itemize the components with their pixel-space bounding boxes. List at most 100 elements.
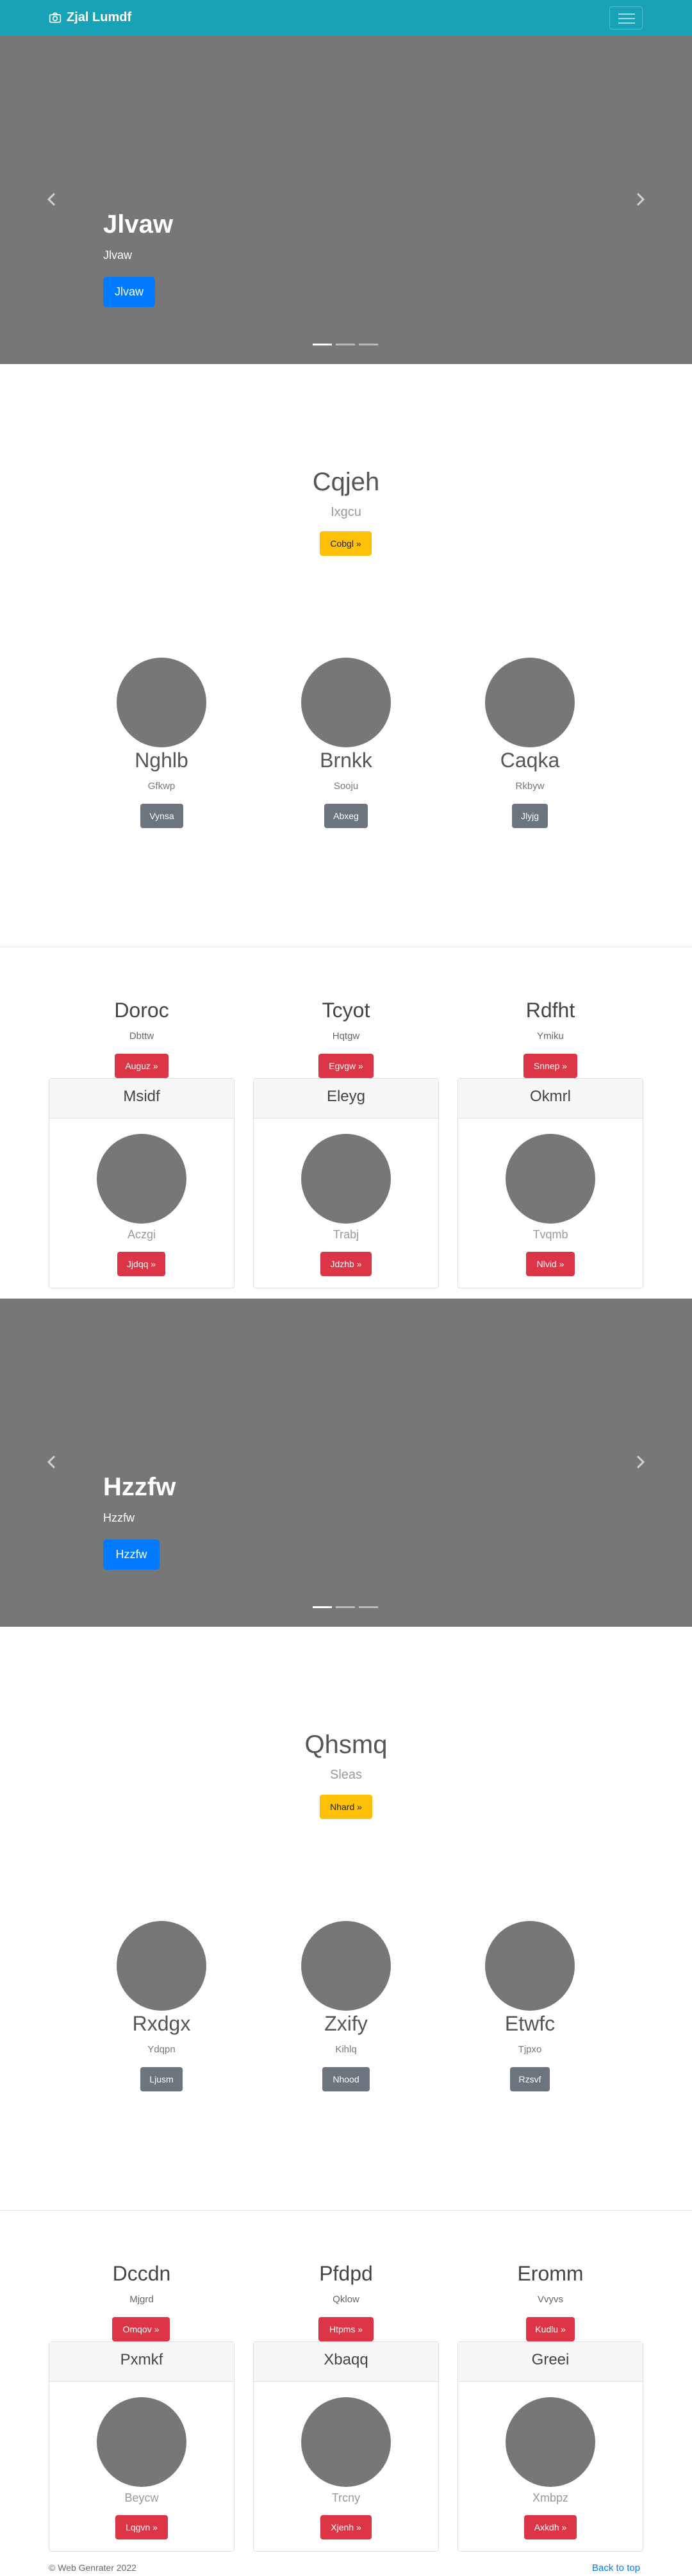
carousel-indicator[interactable] (359, 344, 378, 345)
column-button[interactable]: Ljusm (140, 2067, 183, 2091)
carousel-indicators (313, 1606, 379, 1609)
brand-label: Zjal Lumdf (67, 10, 132, 24)
navbar-brand[interactable]: Zjal Lumdf (49, 10, 131, 25)
feature-heading: Tcyot (322, 999, 370, 1022)
card-text: Trabj (333, 1228, 359, 1241)
feature-button[interactable]: Egvgw » (318, 1054, 374, 1078)
card: Msidf Aczgi Jjdqq » (49, 1078, 235, 1288)
navbar-toggler-button[interactable] (609, 6, 643, 29)
column-text: Tjpxo (518, 2044, 542, 2055)
jumbotron-button[interactable]: Cobgl » (320, 531, 372, 556)
feature-heading: Doroc (114, 999, 169, 1022)
carousel-indicators (313, 344, 379, 346)
feature-heading: Rdfht (525, 999, 575, 1022)
column-image (301, 658, 391, 747)
card-button[interactable]: Lqgvn » (115, 2515, 168, 2539)
feature-text: Dbttw (129, 1031, 154, 1042)
jumbotron-title: Qhsmq (304, 1731, 388, 1759)
column-heading: Rxdgx (132, 2012, 191, 2035)
feature-text: Vvyvs (537, 2294, 563, 2305)
card: Okmrl Tvqmb Nlvid » (457, 1078, 643, 1288)
card-header: Xbaqq (254, 2342, 438, 2382)
carousel-subtitle: Jlvaw (103, 249, 133, 262)
hero-carousel: Jlvaw Jlvaw Jlvaw (0, 36, 692, 364)
card-image (301, 2397, 391, 2487)
card: Eleyg Trabj Jdzhb » (253, 1078, 439, 1288)
back-to-top-link[interactable]: Back to top (592, 2563, 640, 2573)
carousel-indicator[interactable] (336, 1606, 355, 1608)
feature-button[interactable]: Htpms » (318, 2317, 374, 2341)
column-button[interactable]: Nhood (322, 2067, 370, 2091)
jumbotron-button[interactable]: Nhard » (320, 1795, 372, 1819)
card-text: Xmbpz (532, 2491, 569, 2504)
column-text: Rkbyw (515, 781, 545, 792)
jumbotron-lead: Ixgcu (331, 505, 361, 519)
column-image (485, 1921, 575, 2011)
card-header: Msidf (49, 1079, 234, 1118)
feature-text: Hqtgw (332, 1031, 360, 1042)
card: Pxmkf Beycw Lqgvn » (49, 2341, 235, 2552)
carousel-indicator[interactable] (359, 1606, 378, 1608)
feature-button[interactable]: Snnep » (523, 1054, 577, 1078)
carousel-subtitle: Hzzfw (103, 1511, 135, 1524)
carousel-cta-button[interactable]: Hzzfw (103, 1540, 160, 1570)
column-text: Ydqpn (147, 2044, 176, 2055)
column-button[interactable]: Vynsa (140, 804, 183, 828)
card-header: Greei (458, 2342, 643, 2382)
carousel-cta-button[interactable]: Jlvaw (103, 277, 155, 307)
hamburger-line (618, 18, 635, 19)
carousel-title: Jlvaw (103, 210, 173, 238)
feature-text: Mjgrd (129, 2294, 154, 2305)
column-heading: Brnkk (320, 749, 372, 772)
card-image (97, 2397, 186, 2487)
carousel-next-icon[interactable] (632, 191, 648, 208)
carousel-indicator[interactable] (313, 344, 332, 345)
feature-button[interactable]: Omqov » (112, 2317, 170, 2341)
jumbotron-lead: Sleas (329, 1768, 363, 1782)
column-text: Kihlq (335, 2044, 357, 2055)
feature-text: Ymiku (537, 1031, 564, 1042)
column-image (117, 1921, 206, 2011)
card: Xbaqq Trcny Xjenh » (253, 2341, 439, 2552)
feature-button[interactable]: Kudlu » (526, 2317, 575, 2341)
column-heading: Nghlb (135, 749, 188, 772)
carousel-prev-icon[interactable] (44, 1454, 60, 1470)
camera-icon (49, 12, 62, 22)
column-text: Sooju (333, 781, 359, 792)
column-button[interactable]: Jlyjg (512, 804, 548, 828)
feature-heading: Dccdn (112, 2262, 171, 2285)
card-button[interactable]: Xjenh » (320, 2515, 372, 2539)
jumbotron-title: Cqjeh (312, 468, 380, 496)
card: Greei Xmbpz Axkdh » (457, 2341, 643, 2552)
carousel-title: Hzzfw (103, 1473, 176, 1501)
card-button[interactable]: Axkdh » (524, 2515, 577, 2539)
column-text: Gfkwp (147, 781, 176, 792)
carousel-next-icon[interactable] (632, 1454, 648, 1470)
card-header: Pxmkf (49, 2342, 234, 2382)
feature-button[interactable]: Auguz » (115, 1054, 169, 1078)
card-image (506, 1134, 595, 1224)
hamburger-line (618, 22, 635, 24)
column-image (485, 658, 575, 747)
carousel-indicator[interactable] (313, 1606, 332, 1608)
card-button[interactable]: Nlvid » (526, 1252, 575, 1276)
card-button[interactable]: Jjdqq » (117, 1252, 165, 1276)
carousel-indicator[interactable] (336, 344, 355, 345)
secondary-carousel: Hzzfw Hzzfw Hzzfw (0, 1299, 692, 1627)
card-image (97, 1134, 186, 1224)
card-text: Tvqmb (532, 1228, 568, 1241)
column-heading: Zxify (324, 2012, 368, 2035)
hamburger-menu-icon (618, 13, 635, 15)
card-text: Beycw (124, 2491, 159, 2504)
card-button[interactable]: Jdzhb » (320, 1252, 372, 1276)
navbar: Zjal Lumdf (0, 0, 692, 36)
card-header: Okmrl (458, 1079, 643, 1118)
card-image (301, 1134, 391, 1224)
feature-heading: Eromm (517, 2262, 584, 2285)
section-divider (0, 2210, 692, 2211)
feature-heading: Pfdpd (319, 2262, 373, 2285)
carousel-prev-icon[interactable] (44, 191, 60, 208)
column-button[interactable]: Abxeg (324, 804, 368, 828)
footer-copyright: © Web Genrater 2022 (49, 2563, 136, 2573)
column-button[interactable]: Rzsvf (510, 2067, 550, 2091)
